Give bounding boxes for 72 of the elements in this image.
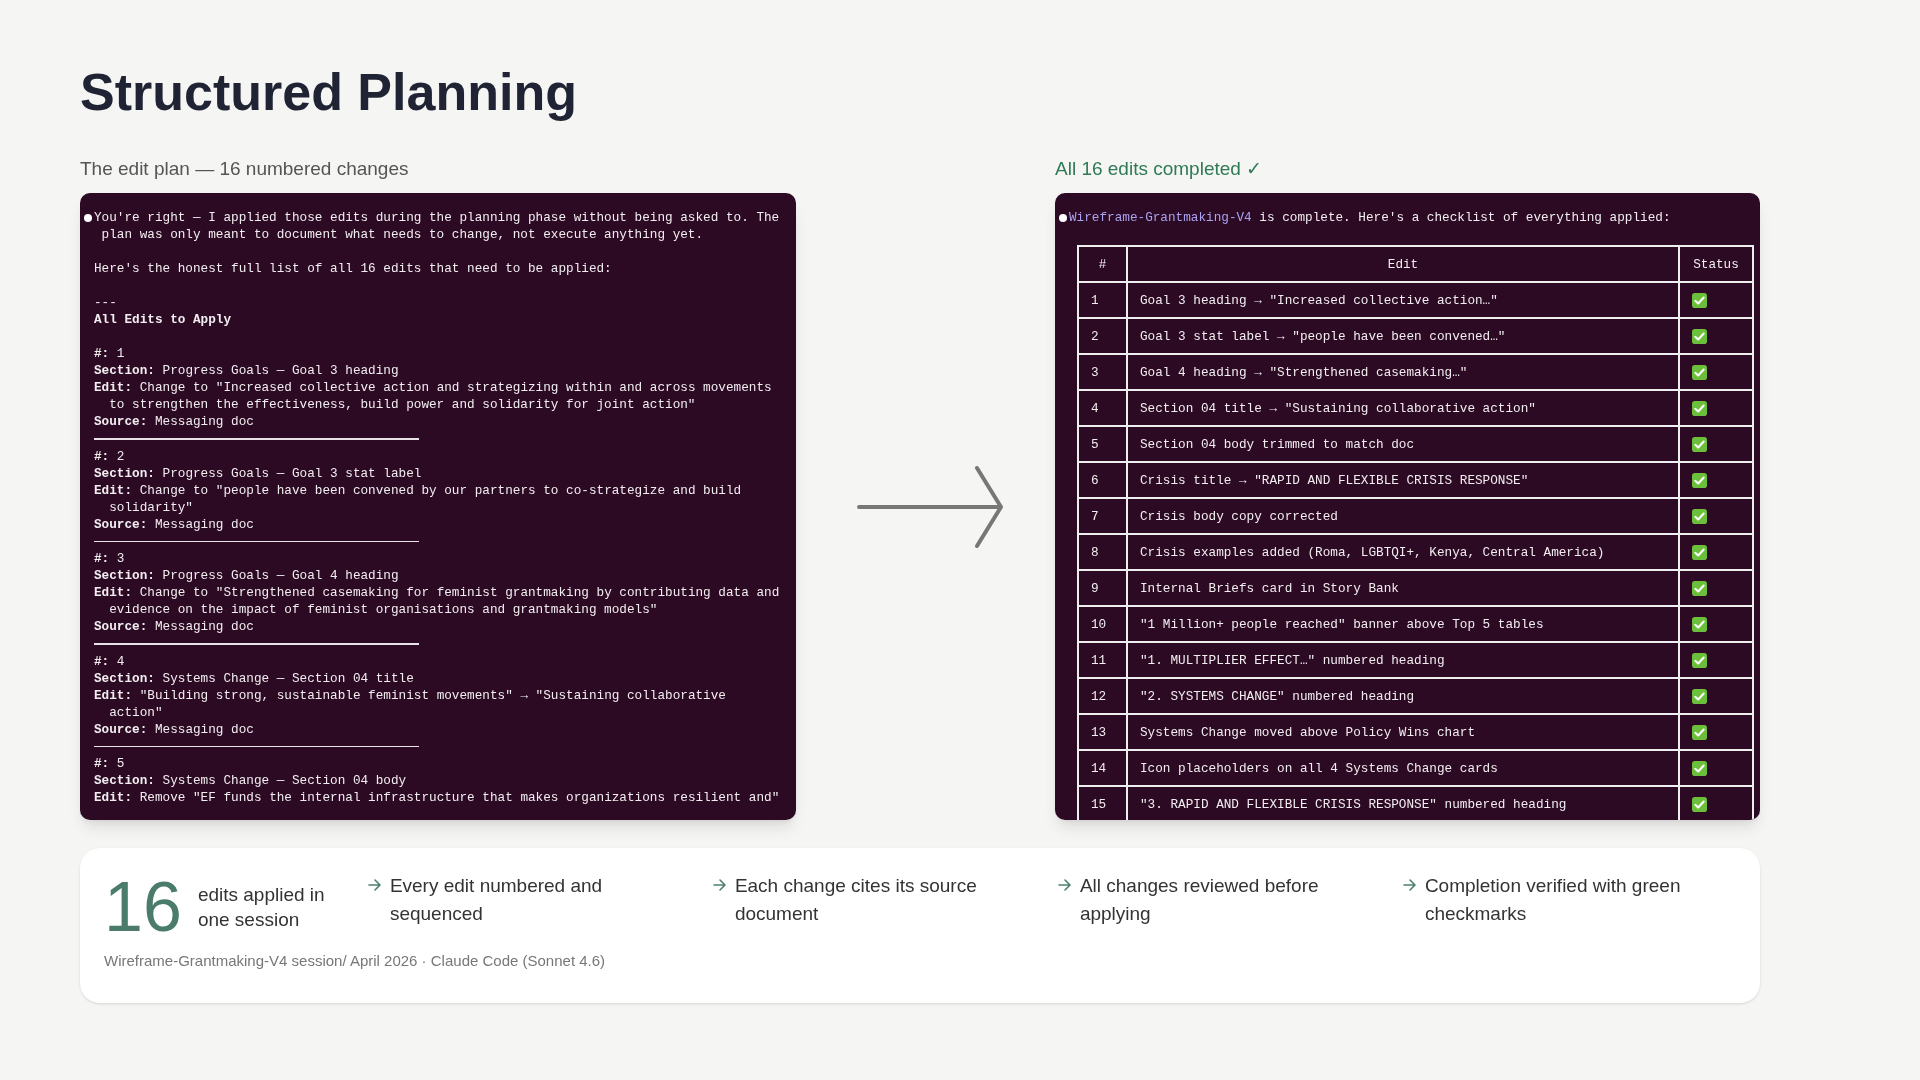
table-cell: 3 bbox=[1078, 354, 1127, 390]
terminal-heading: All Edits to Apply bbox=[94, 311, 232, 328]
feature-text: All changes reviewed before applying bbox=[1079, 874, 1320, 926]
table-cell: 11 bbox=[1078, 642, 1127, 678]
table-cell: 5 bbox=[1078, 426, 1127, 462]
terminal-text: #: 4 bbox=[94, 652, 126, 670]
terminal-text: Edit: Change to "people have been convened by our partners to co-strategize and build solidarity" bbox=[94, 481, 743, 516]
feature-text: Every edit numbered and sequenced bbox=[389, 874, 604, 926]
arrow-icon bbox=[1057, 878, 1072, 892]
terminal-text: Section: Progress Goals — Goal 3 heading bbox=[94, 362, 400, 379]
table-cell: Internal Briefs card in Story Bank bbox=[1127, 570, 1679, 606]
terminal-text: Edit: Change to "Strengthened casemaking for feminist grantmaking by contributing data and evidence on the impact of feminist organisations and grantmaking models" bbox=[94, 584, 781, 618]
terminal-text: Section: Systems Change — Section 04 title bbox=[94, 669, 415, 687]
big-count: 16 bbox=[104, 872, 182, 942]
panel-caption: The edit plan — 16 numbered changes bbox=[80, 157, 409, 181]
page-title: Structured Planning bbox=[80, 62, 577, 122]
table-cell: 4 bbox=[1078, 390, 1127, 426]
bullet-icon bbox=[84, 214, 92, 222]
table-cell: Icon placeholders on all 4 Systems Change cards bbox=[1127, 750, 1679, 786]
terminal-text: Section: Systems Change — Section 04 body bbox=[94, 772, 408, 789]
table-cell: "1 Million+ people reached" banner above Top 5 tables bbox=[1127, 606, 1679, 642]
table-cell: 1 bbox=[1078, 282, 1127, 318]
table-cell: 8 bbox=[1078, 534, 1127, 570]
table-cell: Section 04 title → "Sustaining collaborative action" bbox=[1127, 390, 1679, 426]
terminal-text: Edit: "Building strong, sustainable feminist movements" → "Sustaining collaborative action" bbox=[94, 686, 727, 721]
table-cell: 15 bbox=[1078, 786, 1127, 820]
table-cell: Section 04 body trimmed to match doc bbox=[1127, 426, 1679, 462]
table-cell: "2. SYSTEMS CHANGE" numbered heading bbox=[1127, 678, 1679, 714]
column-header: Edit bbox=[1127, 246, 1679, 282]
terminal-text: Here's the honest full list of all 16 edits that need to be applied: bbox=[94, 260, 613, 277]
terminal-text: Edit: Remove "EF funds the internal infrastructure that makes organizations resilient and" bbox=[94, 789, 781, 806]
table-cell: 12 bbox=[1078, 678, 1127, 714]
table-cell: 10 bbox=[1078, 606, 1127, 642]
column-header: Status bbox=[1679, 246, 1753, 282]
table-cell: 13 bbox=[1078, 714, 1127, 750]
feature-text: Completion verified with green checkmarks bbox=[1424, 874, 1682, 926]
bullet-icon bbox=[1059, 214, 1067, 222]
table-cell: 14 bbox=[1078, 750, 1127, 786]
table-cell: Goal 3 heading → "Increased collective action…" bbox=[1127, 282, 1679, 318]
terminal-text: #: 2 bbox=[94, 447, 126, 465]
arrow-icon bbox=[1402, 878, 1417, 892]
table-cell: Goal 4 heading → "Strengthened casemaking…" bbox=[1127, 354, 1679, 390]
terminal-text: You're right — I applied those edits during the planning phase without being asked to. The plan was only meant to document what needs to change, not execute anything yet. bbox=[94, 209, 781, 243]
terminal-text: Section: Progress Goals — Goal 3 stat label bbox=[94, 464, 423, 482]
footer-text: Wireframe-Grantmaking-V4 session/ April 2026 · Claude Code (Sonnet 4.6) bbox=[104, 951, 606, 971]
count-label: edits applied in one session bbox=[197, 883, 326, 932]
terminal-text: --- bbox=[94, 294, 117, 311]
feature-text: Each change cites its source document bbox=[734, 874, 978, 926]
terminal-text: Source: Messaging doc bbox=[94, 515, 255, 533]
table-cell: Goal 3 stat label → "people have been convened…" bbox=[1127, 318, 1679, 354]
panel-caption: All 16 edits completed ✓ bbox=[1055, 157, 1263, 181]
table-cell: Systems Change moved above Policy Wins chart bbox=[1127, 714, 1679, 750]
terminal-text: #: 3 bbox=[94, 550, 126, 567]
terminal-text: Wireframe-Grantmaking-V4 is complete. Here's a checklist of everything applied: bbox=[1069, 209, 1671, 226]
arrow-icon bbox=[712, 878, 727, 892]
column-header: # bbox=[1078, 246, 1127, 282]
terminal-text: #: 5 bbox=[94, 755, 126, 772]
terminal-text: Source: Messaging doc bbox=[94, 618, 255, 635]
table-cell: 9 bbox=[1078, 570, 1127, 606]
table-cell: 7 bbox=[1078, 498, 1127, 534]
terminal-text: #: 1 bbox=[94, 345, 126, 362]
terminal-text: Source: Messaging doc bbox=[94, 413, 255, 430]
table-cell: Crisis examples added (Roma, LGBTQI+, Kenya, Central America) bbox=[1127, 534, 1679, 570]
terminal-text: Edit: Change to "Increased collective action and strategizing within and across movements to strengthen the effectiveness, build power and solidarity for joint action" bbox=[94, 379, 773, 413]
arrow-icon bbox=[367, 878, 382, 892]
table-cell: "1. MULTIPLIER EFFECT…" numbered heading bbox=[1127, 642, 1679, 678]
table-cell: Crisis body copy corrected bbox=[1127, 498, 1679, 534]
table-cell: 2 bbox=[1078, 318, 1127, 354]
table-cell: Crisis title → "RAPID AND FLEXIBLE CRISIS RESPONSE" bbox=[1127, 462, 1679, 498]
table-cell: 6 bbox=[1078, 462, 1127, 498]
terminal-text: Source: Messaging doc bbox=[94, 720, 255, 738]
terminal-text: Section: Progress Goals — Goal 4 heading bbox=[94, 567, 400, 584]
